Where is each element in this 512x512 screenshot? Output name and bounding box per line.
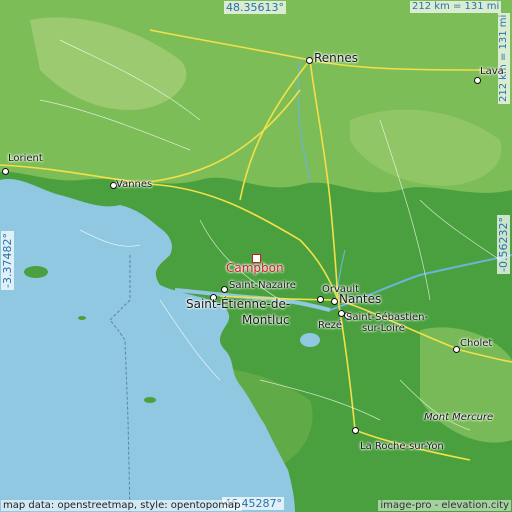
- nantes-dot: [331, 298, 338, 305]
- city-cholet: Cholet: [460, 338, 493, 349]
- lorient-dot: [2, 168, 9, 175]
- location-marker-label: Campbon: [226, 261, 284, 275]
- scale-horizontal: 212 km = 131 mi: [410, 1, 502, 13]
- city-laval: Lava: [480, 66, 504, 77]
- city-la-roche: La Roche-sur-Yon: [360, 441, 444, 452]
- city-lorient: Lorient: [8, 153, 43, 164]
- north-coordinate: 48.35613°: [224, 1, 286, 14]
- place-mont-mercure: Mont Mercure: [424, 412, 494, 423]
- city-reze: Rezé: [318, 320, 343, 331]
- east-coordinate: -0.56232°: [497, 215, 510, 274]
- city-saint-sebastien-line2: sur-Loire: [362, 323, 405, 334]
- laval-dot: [474, 77, 481, 84]
- city-vannes: Vannes: [116, 179, 153, 190]
- attribution-right: image-pro - elevation.city: [378, 500, 511, 511]
- orvault-dot: [317, 296, 324, 303]
- city-saint-nazaire: Saint-Nazaire: [229, 280, 296, 291]
- city-saint-etienne-line2: Montluc: [242, 313, 290, 327]
- cholet-dot: [453, 346, 460, 353]
- city-saint-sebastien: Saint-Sébastien-: [346, 312, 429, 323]
- attribution-left: map data: openstreetmap, style: opentopo…: [1, 500, 243, 511]
- city-nantes: Nantes: [339, 292, 382, 306]
- west-coordinate: -3.37482°: [1, 231, 14, 290]
- scale-vertical: 212 km = 131 mi: [498, 12, 510, 104]
- city-rennes: Rennes: [314, 51, 359, 65]
- map-view[interactable]: 48.35613° 46.45287° -3.37482° -0.56232° …: [0, 0, 512, 512]
- la-roche-dot: [352, 427, 359, 434]
- rennes-dot: [306, 57, 313, 64]
- saint-nazaire-dot: [221, 286, 228, 293]
- city-saint-etienne: Saint-Étienne-de-: [186, 297, 291, 311]
